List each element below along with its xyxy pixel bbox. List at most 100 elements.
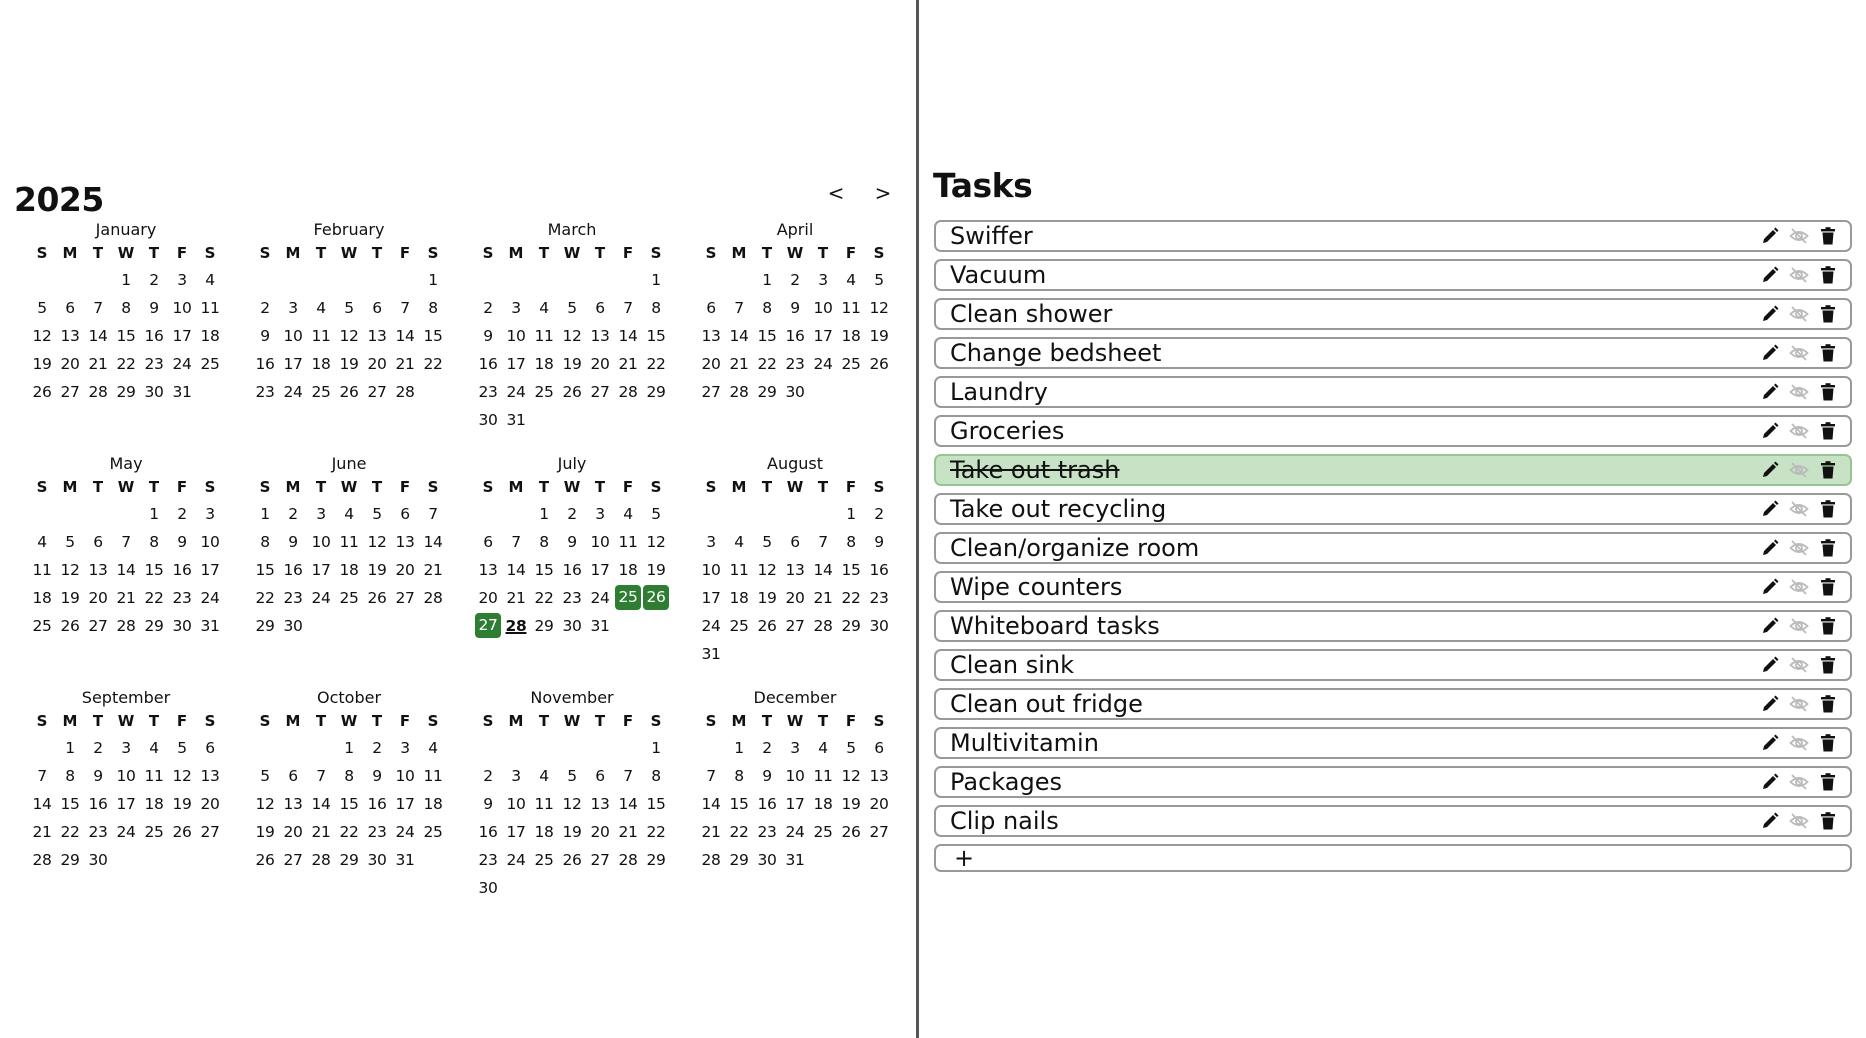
day-cell[interactable]: 26: [558, 846, 586, 874]
hide-task-button[interactable]: [1789, 733, 1809, 753]
day-cell[interactable]: 12: [558, 322, 586, 350]
day-cell[interactable]: 31: [168, 378, 196, 406]
day-cell[interactable]: 23: [140, 350, 168, 378]
day-cell[interactable]: 4: [28, 528, 56, 556]
day-cell[interactable]: 7: [84, 294, 112, 322]
day-cell[interactable]: 12: [335, 322, 363, 350]
day-cell[interactable]: 4: [837, 266, 865, 294]
day-cell[interactable]: 24: [781, 818, 809, 846]
day-cell[interactable]: 11: [140, 762, 168, 790]
day-cell[interactable]: 5: [837, 734, 865, 762]
day-cell[interactable]: 14: [614, 790, 642, 818]
day-cell[interactable]: 21: [419, 556, 447, 584]
task-item[interactable]: Whiteboard tasks: [934, 610, 1852, 642]
day-cell[interactable]: 6: [474, 528, 502, 556]
day-cell[interactable]: 2: [168, 500, 196, 528]
day-cell[interactable]: 3: [502, 294, 530, 322]
day-cell[interactable]: 17: [196, 556, 224, 584]
day-cell[interactable]: 25: [335, 584, 363, 612]
day-cell[interactable]: 17: [307, 556, 335, 584]
day-cell[interactable]: 1: [725, 734, 753, 762]
day-cell[interactable]: 7: [614, 294, 642, 322]
prev-year-button[interactable]: <: [821, 178, 851, 208]
day-cell-marked[interactable]: 27: [475, 613, 501, 638]
day-cell[interactable]: 2: [474, 762, 502, 790]
day-cell[interactable]: 4: [809, 734, 837, 762]
hide-task-button[interactable]: [1789, 811, 1809, 831]
day-cell[interactable]: 2: [474, 294, 502, 322]
day-cell[interactable]: 30: [168, 612, 196, 640]
day-cell[interactable]: 15: [112, 322, 140, 350]
day-cell[interactable]: 10: [809, 294, 837, 322]
day-cell[interactable]: 6: [697, 294, 725, 322]
day-cell[interactable]: 26: [837, 818, 865, 846]
day-cell[interactable]: 27: [56, 378, 84, 406]
hide-task-button[interactable]: [1789, 421, 1809, 441]
day-cell[interactable]: 16: [558, 556, 586, 584]
day-cell[interactable]: 16: [251, 350, 279, 378]
day-cell[interactable]: 10: [391, 762, 419, 790]
day-cell[interactable]: 24: [809, 350, 837, 378]
day-cell[interactable]: 22: [112, 350, 140, 378]
day-cell[interactable]: 25: [419, 818, 447, 846]
day-cell[interactable]: 3: [502, 762, 530, 790]
day-cell[interactable]: 4: [307, 294, 335, 322]
day-cell[interactable]: 20: [84, 584, 112, 612]
edit-task-button[interactable]: [1760, 538, 1780, 558]
day-cell[interactable]: 11: [725, 556, 753, 584]
day-cell[interactable]: 17: [809, 322, 837, 350]
day-cell[interactable]: 8: [642, 294, 670, 322]
day-cell[interactable]: 25: [530, 378, 558, 406]
day-cell[interactable]: 18: [837, 322, 865, 350]
day-cell[interactable]: 9: [168, 528, 196, 556]
day-cell[interactable]: 3: [279, 294, 307, 322]
day-cell[interactable]: 25: [725, 612, 753, 640]
day-cell[interactable]: 14: [614, 322, 642, 350]
day-cell[interactable]: 30: [753, 846, 781, 874]
day-cell[interactable]: 22: [725, 818, 753, 846]
hide-task-button[interactable]: [1789, 616, 1809, 636]
day-cell[interactable]: 17: [168, 322, 196, 350]
edit-task-button[interactable]: [1760, 421, 1780, 441]
task-item[interactable]: Swiffer: [934, 220, 1852, 252]
day-cell[interactable]: 17: [502, 350, 530, 378]
day-cell[interactable]: 19: [837, 790, 865, 818]
task-item[interactable]: Clean sink: [934, 649, 1852, 681]
task-item[interactable]: Clean out fridge: [934, 688, 1852, 720]
day-cell[interactable]: 12: [865, 294, 893, 322]
day-cell[interactable]: 20: [363, 350, 391, 378]
day-cell[interactable]: 14: [112, 556, 140, 584]
day-cell[interactable]: 20: [391, 556, 419, 584]
day-cell[interactable]: 12: [168, 762, 196, 790]
day-cell[interactable]: 17: [391, 790, 419, 818]
day-cell[interactable]: 18: [28, 584, 56, 612]
delete-task-button[interactable]: [1818, 421, 1838, 441]
delete-task-button[interactable]: [1818, 499, 1838, 519]
day-cell[interactable]: 25: [140, 818, 168, 846]
day-cell[interactable]: 6: [586, 762, 614, 790]
day-cell[interactable]: 23: [279, 584, 307, 612]
day-cell[interactable]: 19: [28, 350, 56, 378]
edit-task-button[interactable]: [1760, 343, 1780, 363]
day-cell[interactable]: 29: [642, 846, 670, 874]
day-cell[interactable]: 17: [279, 350, 307, 378]
day-cell[interactable]: 30: [363, 846, 391, 874]
task-item[interactable]: Wipe counters: [934, 571, 1852, 603]
day-cell[interactable]: 25: [530, 846, 558, 874]
day-cell[interactable]: 11: [809, 762, 837, 790]
delete-task-button[interactable]: [1818, 694, 1838, 714]
day-cell[interactable]: 29: [725, 846, 753, 874]
day-cell[interactable]: 16: [363, 790, 391, 818]
day-cell[interactable]: 8: [837, 528, 865, 556]
day-cell[interactable]: 12: [837, 762, 865, 790]
day-cell[interactable]: 10: [781, 762, 809, 790]
task-item[interactable]: Packages: [934, 766, 1852, 798]
day-cell[interactable]: 30: [474, 406, 502, 434]
day-cell[interactable]: 19: [865, 322, 893, 350]
edit-task-button[interactable]: [1760, 772, 1780, 792]
task-item[interactable]: Clean shower: [934, 298, 1852, 330]
day-cell[interactable]: 28: [419, 584, 447, 612]
day-cell[interactable]: 12: [753, 556, 781, 584]
day-cell[interactable]: 1: [642, 266, 670, 294]
task-item[interactable]: Multivitamin: [934, 727, 1852, 759]
